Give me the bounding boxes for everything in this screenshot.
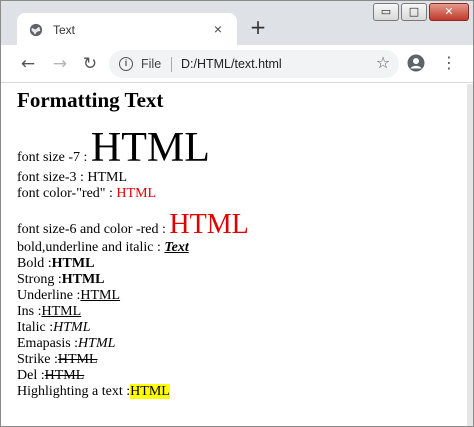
row-value: HTML — [53, 320, 91, 335]
row-label: Bold : — [17, 256, 52, 271]
window-controls: ▭ □ ✕ — [373, 3, 469, 23]
row-label: Underline : — [17, 288, 81, 303]
row-label: bold,underline and italic : — [17, 240, 165, 255]
row-value: HTML — [169, 209, 249, 240]
url-text[interactable]: D:/HTML/text.html — [181, 57, 282, 71]
row-font-size-7: font size -7 : HTML — [17, 126, 473, 170]
row-ins: Ins :HTML — [17, 304, 473, 320]
account-icon[interactable] — [407, 54, 425, 72]
tab-title: Text — [53, 23, 76, 37]
minimize-button[interactable]: ▭ — [373, 3, 399, 21]
scheme-label: File — [141, 57, 162, 71]
row-label: Ins : — [17, 304, 42, 319]
row-emphasis: Emapasis :HTML — [17, 336, 473, 352]
row-label: font size -7 : — [17, 150, 91, 165]
row-value: HTML — [41, 304, 82, 319]
row-value: HTML — [51, 256, 95, 271]
close-window-button[interactable]: ✕ — [429, 3, 469, 21]
row-value: HTML — [116, 186, 157, 201]
row-label: font color-"red" : — [17, 186, 117, 201]
kebab-menu-icon[interactable]: ⋮ — [439, 53, 459, 73]
row-value: HTML — [78, 336, 116, 351]
row-value: Text — [164, 240, 189, 255]
back-arrow-icon[interactable]: ← — [17, 53, 39, 75]
row-label: Strong : — [17, 272, 62, 287]
vertical-scrollbar[interactable] — [467, 84, 473, 426]
row-font-color-red: font color-"red" : HTML — [17, 186, 473, 202]
row-font-size-6-red: font size-6 and color -red : HTML — [17, 210, 473, 240]
row-value: HTML — [130, 384, 170, 399]
row-value: HTML — [57, 352, 98, 367]
address-bar[interactable]: i File D:/HTML/text.html — [109, 50, 399, 78]
row-label: Strike : — [17, 352, 58, 367]
row-bold: Bold :HTML — [17, 256, 473, 272]
page-content: Formatting Text font size -7 : HTML font… — [1, 84, 473, 426]
row-label: Emapasis : — [17, 336, 79, 351]
globe-icon — [29, 23, 43, 37]
omnibox-divider — [171, 57, 172, 72]
row-value: HTML — [61, 272, 105, 287]
maximize-button[interactable]: □ — [401, 3, 427, 21]
info-icon[interactable]: i — [119, 57, 133, 71]
row-value: HTML — [80, 288, 121, 303]
row-highlight: Highlighting a text :HTML — [17, 384, 473, 400]
row-label: Highlighting a text : — [17, 384, 131, 399]
row-italic: Italic :HTML — [17, 320, 473, 336]
row-label: Italic : — [17, 320, 54, 335]
forward-arrow-icon[interactable]: → — [49, 53, 71, 75]
tab-close-icon[interactable]: × — [209, 20, 227, 38]
browser-toolbar: ← → ↻ i File D:/HTML/text.html — [1, 45, 473, 83]
page-title: Formatting Text — [17, 88, 164, 112]
new-tab-button[interactable]: + — [247, 17, 269, 39]
bookmark-star-icon[interactable]: ☆ — [373, 53, 393, 73]
row-del: Del :HTML — [17, 368, 473, 384]
browser-window: Text × + ▭ □ ✕ ← → ↻ i File D:/HTML/text… — [0, 0, 474, 427]
row-label: font size-6 and color -red : — [17, 222, 170, 237]
row-label: font size-3 : — [17, 170, 88, 185]
row-value: HTML — [44, 368, 85, 383]
row-label: Del : — [17, 368, 45, 383]
title-bar: Text × + ▭ □ ✕ — [1, 1, 473, 46]
row-bold-underline-italic: bold,underline and italic : Text — [17, 240, 473, 256]
row-value: HTML — [90, 125, 210, 171]
row-underline: Underline :HTML — [17, 288, 473, 304]
row-strike: Strike :HTML — [17, 352, 473, 368]
row-font-size-3: font size-3 : HTML — [17, 170, 473, 186]
tab-active[interactable]: Text × — [17, 13, 237, 46]
row-value: HTML — [87, 170, 128, 185]
row-strong: Strong :HTML — [17, 272, 473, 288]
reload-icon[interactable]: ↻ — [79, 53, 101, 75]
